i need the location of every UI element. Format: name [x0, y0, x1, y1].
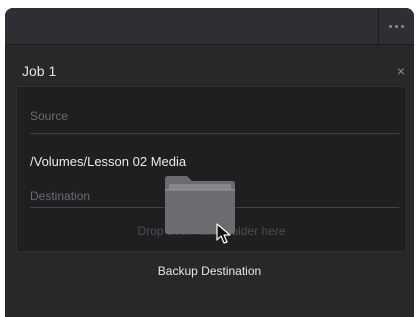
destination-label: Destination [30, 189, 91, 203]
job-panel: Job 1 × Source /Volumes/Lesson 02 Media … [5, 8, 414, 317]
source-path: /Volumes/Lesson 02 Media [30, 154, 187, 169]
job-title: Job 1 [22, 63, 57, 79]
more-options-icon [389, 24, 404, 28]
mouse-cursor-icon [216, 223, 231, 244]
job-card: Source /Volumes/Lesson 02 Media Destinat… [16, 86, 407, 252]
panel-titlebar [5, 8, 414, 45]
source-label: Source [30, 109, 69, 123]
backup-destination-label: Backup Destination [157, 264, 262, 278]
source-divider [30, 133, 399, 134]
close-icon[interactable]: × [395, 64, 407, 78]
more-options-button[interactable] [378, 8, 414, 44]
